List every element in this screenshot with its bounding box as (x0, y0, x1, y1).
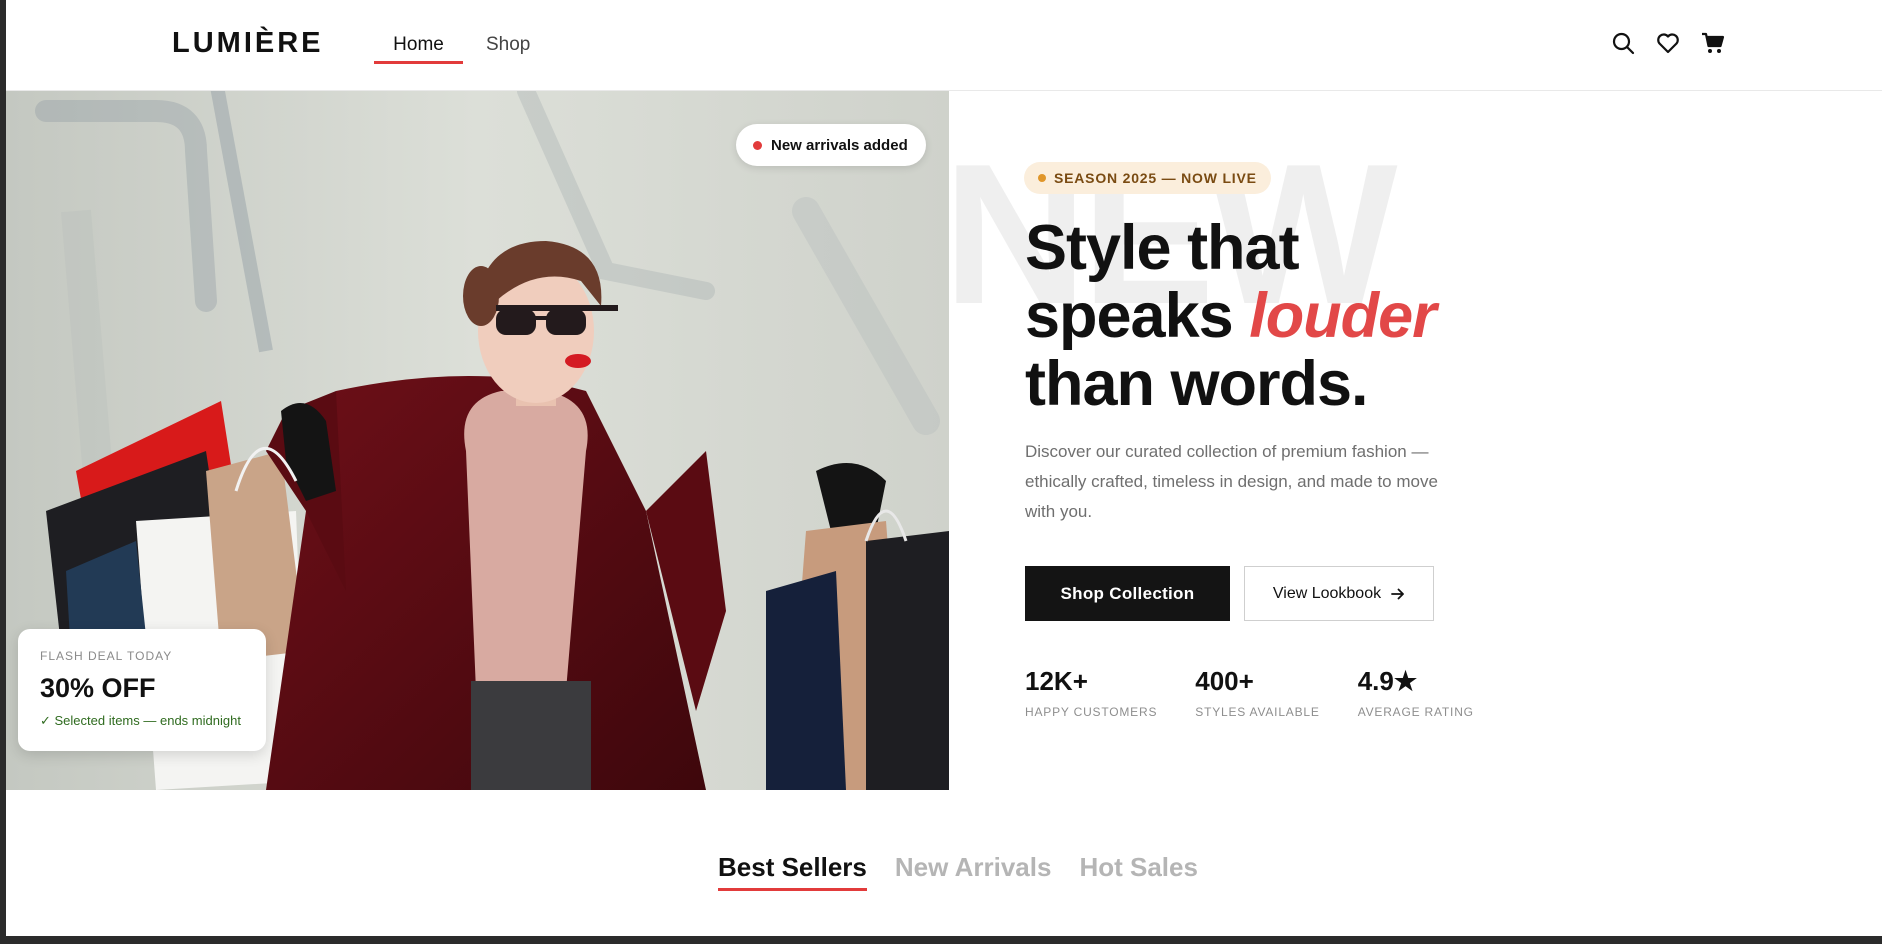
season-dot-icon (1038, 174, 1046, 182)
page: LUMIÈRE Home Shop New arrivals added FLA… (6, 0, 1882, 936)
stat-customers: 12K+ HAPPY CUSTOMERS (1025, 666, 1157, 719)
site-header: LUMIÈRE Home Shop (6, 0, 1882, 91)
live-dot-icon (753, 140, 762, 150)
season-tag: SEASON 2025 — NOW LIVE (1024, 162, 1271, 194)
main-nav: Home Shop (374, 0, 530, 91)
nav-link-shop[interactable]: Shop (486, 0, 530, 91)
tab-best-sellers[interactable]: Best Sellers (718, 852, 867, 891)
flash-deal-card[interactable]: FLASH DEAL TODAY 30% OFF ✓ Selected item… (18, 629, 266, 751)
cart-icon[interactable] (1701, 31, 1725, 55)
headline-line-1: Style that (1025, 213, 1300, 283)
stat-styles: 400+ STYLES AVAILABLE (1195, 666, 1319, 719)
heart-icon[interactable] (1656, 31, 1680, 55)
stat-rating: 4.9★ AVERAGE RATING (1358, 666, 1474, 719)
hero-image: New arrivals added FLASH DEAL TODAY 30% … (6, 91, 949, 790)
deal-eyebrow: FLASH DEAL TODAY (40, 649, 173, 663)
headline-accent-word: louder (1249, 281, 1437, 351)
view-lookbook-button[interactable]: View Lookbook (1244, 566, 1434, 621)
search-icon[interactable] (1611, 31, 1635, 55)
stat-value: 400+ (1195, 666, 1254, 696)
headline-line-3: than words. (1025, 349, 1369, 419)
arrow-right-icon (1391, 588, 1405, 599)
product-tabs: Best Sellers New Arrivals Hot Sales (718, 852, 1198, 891)
view-lookbook-label: View Lookbook (1272, 584, 1382, 602)
headline-line-2: speaks (1025, 281, 1250, 351)
stat-value: 12K+ (1025, 666, 1088, 696)
season-tag-text: SEASON 2025 — NOW LIVE (1054, 170, 1257, 186)
tab-hot-sales[interactable]: Hot Sales (1079, 852, 1198, 891)
brand-logo[interactable]: LUMIÈRE (172, 27, 324, 60)
hero-headline: Style that speaks louder than words. (1025, 213, 1437, 419)
badge-text: New arrivals added (771, 136, 908, 154)
stat-label: STYLES AVAILABLE (1195, 705, 1320, 719)
stat-label: HAPPY CUSTOMERS (1025, 705, 1158, 719)
shop-collection-button[interactable]: Shop Collection (1025, 566, 1230, 621)
stat-label: AVERAGE RATING (1357, 705, 1474, 719)
new-arrivals-badge: New arrivals added (736, 124, 926, 166)
tab-new-arrivals[interactable]: New Arrivals (895, 852, 1052, 891)
nav-link-home[interactable]: Home (374, 0, 463, 91)
stat-value: 4.9★ (1357, 666, 1418, 696)
hero-description: Discover our curated collection of premi… (1025, 442, 1438, 521)
deal-note: ✓ Selected items — ends midnight (40, 713, 241, 728)
hero-stats: 12K+ HAPPY CUSTOMERS 400+ STYLES AVAILAB… (1025, 666, 1512, 719)
deal-title: 30% OFF (40, 673, 156, 703)
header-actions (1611, 31, 1725, 55)
